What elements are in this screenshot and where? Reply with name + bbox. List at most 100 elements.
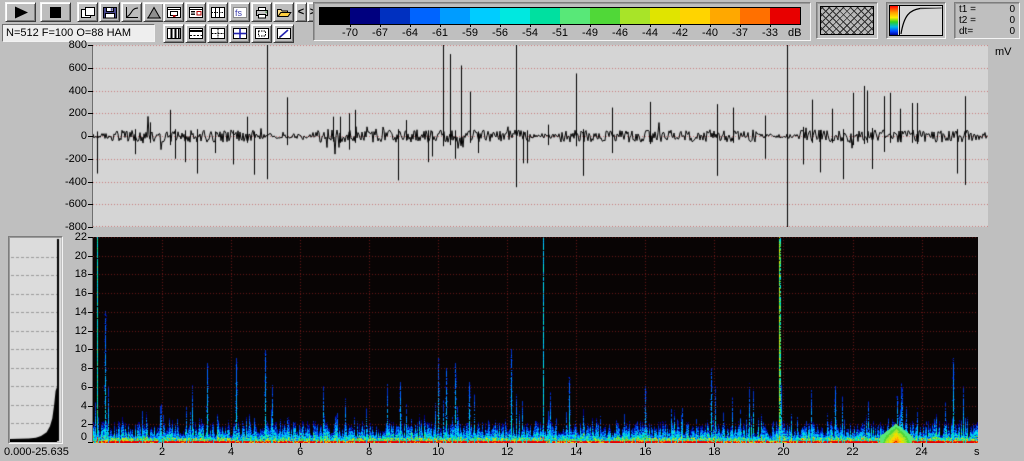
waveform-ytick (88, 91, 93, 92)
colorbar-tick-label: -59 (462, 27, 478, 39)
spectrogram-xtick (369, 443, 370, 447)
spectrogram-xtick-label: 6 (297, 446, 304, 458)
window-function-button[interactable] (143, 2, 164, 22)
stop-button[interactable] (40, 2, 71, 22)
spectrogram-xtick (162, 443, 163, 447)
time-readout-value: 0 (1009, 4, 1015, 15)
colorbar-tick-label: -37 (732, 27, 748, 39)
colorbar-segment (440, 8, 470, 24)
colorbar-tick-label: -33 (762, 27, 778, 39)
crosshatch-icon (820, 6, 874, 35)
colorbar-tick-label: -44 (642, 27, 658, 39)
time-readout-row: dt= 0 (955, 26, 1019, 37)
waveform-ytick (88, 204, 93, 205)
spectrogram-ytick (88, 312, 93, 313)
spectrogram-ytick-label: 0 (80, 431, 87, 443)
colorbar-segment (650, 8, 680, 24)
spectrogram-canvas[interactable] (93, 237, 978, 443)
colorbar-segment (680, 8, 710, 24)
average-spectrum-canvas (10, 238, 61, 442)
time-readout-value: 0 (1009, 26, 1015, 37)
waveform-canvas[interactable] (93, 45, 988, 227)
spectrogram-xtick (507, 443, 508, 447)
grid-view-5-button[interactable] (251, 24, 272, 43)
spectrogram-ytick-label: 6 (80, 380, 87, 393)
colorbar-tick-label: -64 (402, 27, 418, 39)
colorbar-tick-label: -46 (612, 27, 628, 39)
spectrogram-xtick-label: 22 (846, 446, 859, 458)
colorbar-segment (470, 8, 500, 24)
analysis-options-button[interactable] (185, 2, 206, 22)
open-button[interactable] (273, 2, 294, 22)
edit-icon (276, 28, 291, 39)
waveform-plot[interactable] (93, 45, 988, 227)
colorbar-tick-label: -40 (702, 27, 718, 39)
pattern-panel (816, 2, 878, 39)
spectrogram-xtick (853, 443, 854, 447)
scale-options-button[interactable] (207, 2, 228, 22)
stop-icon (49, 6, 61, 18)
time-readout-label: t2 = (959, 15, 976, 26)
colorbar-tick-label: -54 (522, 27, 538, 39)
colorbar-segment (410, 8, 440, 24)
settings-button[interactable]: fs (229, 2, 250, 22)
waveform-ytick-label: 400 (68, 84, 87, 97)
spectrogram-ytick-label: 10 (74, 343, 87, 356)
printer-icon (255, 6, 268, 18)
colorbar-segment (710, 8, 740, 24)
waveform-ytick (88, 113, 93, 114)
spectrogram-ytick-label: 4 (80, 399, 87, 412)
spectrogram-xtick (922, 443, 923, 447)
spectrogram-ytick-label: 16 (74, 287, 87, 300)
play-button[interactable] (5, 2, 36, 22)
spectrogram-ytick (88, 349, 93, 350)
spectrogram-xtick (300, 443, 301, 447)
spectrogram-ytick (88, 237, 93, 238)
colorbar-segment (350, 8, 380, 24)
time-range-label: 0.000-25.635 (4, 446, 69, 458)
grid-cross-icon (210, 28, 225, 39)
spectrogram-plot[interactable] (93, 237, 978, 443)
curve-button[interactable] (121, 2, 142, 22)
grid-view-4-button[interactable] (229, 24, 250, 43)
waveform-ytick (88, 182, 93, 183)
colorbar-segment (320, 8, 350, 24)
waveform-ytick-label: 800 (68, 39, 87, 51)
grid-view-3-button[interactable] (207, 24, 228, 43)
colorbar-tick-label: -70 (342, 27, 358, 39)
colorbar-segment (770, 8, 800, 24)
colorbar-strip (319, 7, 801, 25)
colorbar-segment (530, 8, 560, 24)
spectrogram-ytick (88, 256, 93, 257)
spectrogram-xtick-label: 20 (777, 446, 790, 458)
waveform-ytick (88, 227, 93, 228)
spectrogram-xtick (645, 443, 646, 447)
waveform-ytick-label: -200 (64, 152, 87, 165)
scroll-left-button[interactable]: < (295, 2, 307, 22)
options-dialog-icon (188, 6, 203, 18)
colorbar-unit-label: dB (788, 27, 802, 39)
average-spectrum-panel (8, 236, 63, 444)
grid-view-2-button[interactable] (185, 24, 206, 43)
spectrogram-xtick-label: 24 (915, 446, 928, 458)
display-options-button[interactable] (163, 2, 184, 22)
colorbar-segment (590, 8, 620, 24)
save-button[interactable] (99, 2, 120, 22)
edit-button[interactable] (273, 24, 294, 43)
print-button[interactable] (251, 2, 272, 22)
spectrogram-ytick-label: 22 (74, 231, 87, 243)
time-readout-row: t2 = 0 (955, 15, 1019, 26)
spectrogram-ytick-label: 20 (74, 249, 87, 262)
app-window: fs<> N=512 F=100 O=88 HAM dB -70-67-64-6… (0, 0, 1024, 461)
waveform-ytick-label: 600 (68, 61, 87, 74)
grid-full-icon (166, 28, 181, 39)
spectrogram-ytick (88, 331, 93, 332)
curve-icon (125, 6, 138, 18)
waveform-ytick (88, 159, 93, 160)
grid-view-1-button[interactable] (163, 24, 184, 43)
colorbar-tick-label: -42 (672, 27, 688, 39)
waveform-ytick (88, 136, 93, 137)
copy-button[interactable] (77, 2, 98, 22)
waveform-ytick-label: 0 (80, 130, 87, 142)
spectrogram-xtick (576, 443, 577, 447)
